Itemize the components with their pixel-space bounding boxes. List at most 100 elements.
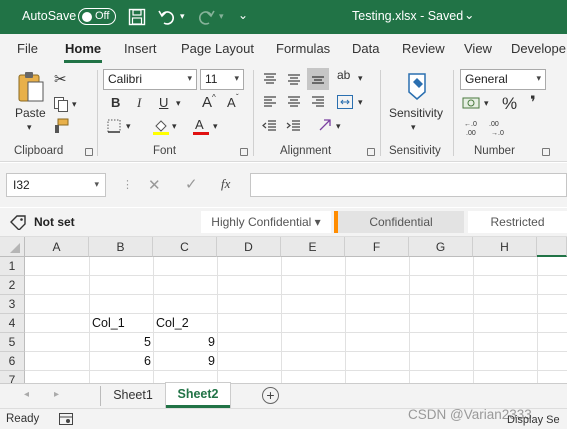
alignment-launcher-icon[interactable] xyxy=(367,148,375,156)
merge-dropdown-icon[interactable]: ▾ xyxy=(358,98,363,107)
italic-button[interactable]: I xyxy=(137,96,141,109)
decrease-indent-icon[interactable] xyxy=(262,119,278,133)
tab-home[interactable]: Home xyxy=(65,41,101,56)
borders-dropdown-icon[interactable]: ▾ xyxy=(126,122,131,131)
undo-dropdown-icon[interactable]: ▾ xyxy=(180,11,185,22)
cut-icon[interactable]: ✂ xyxy=(54,72,67,87)
align-middle-icon[interactable] xyxy=(286,72,302,86)
align-center-icon[interactable] xyxy=(286,95,302,109)
file-title[interactable]: Testing.xlsx - Saved xyxy=(352,9,463,23)
label-confidential[interactable]: Confidential xyxy=(338,211,464,233)
row-header[interactable]: 5 xyxy=(0,333,25,352)
worksheet-grid[interactable]: A B C D E F G H 1 2 3 4 5 6 7 Col_1 Col_… xyxy=(0,237,567,383)
sensitivity-icon[interactable] xyxy=(403,70,431,102)
row-header[interactable]: 4 xyxy=(0,314,25,333)
sheet-tab-sheet1[interactable]: Sheet1 xyxy=(101,384,165,408)
cell-C6[interactable]: 9 xyxy=(156,354,215,368)
increase-decimal-icon[interactable]: ←.0 .00 xyxy=(463,118,481,136)
underline-button[interactable]: U xyxy=(159,96,168,109)
column-header-partial[interactable] xyxy=(537,237,567,257)
scroll-right-icon[interactable]: ▸ xyxy=(54,389,59,400)
borders-icon[interactable] xyxy=(106,118,122,134)
underline-dropdown-icon[interactable]: ▾ xyxy=(176,99,181,108)
bold-button[interactable]: B xyxy=(111,96,120,109)
cell-B5[interactable]: 5 xyxy=(92,335,151,349)
drag-handle-icon[interactable]: ⋮ xyxy=(122,178,133,191)
undo-icon[interactable] xyxy=(157,7,177,27)
tab-view[interactable]: View xyxy=(464,41,492,56)
sensitivity-button[interactable]: Sensitivity xyxy=(389,107,443,119)
wrap-text-icon[interactable] xyxy=(318,118,334,134)
display-settings-button[interactable]: Display Se xyxy=(507,414,560,426)
tab-developer[interactable]: Develope xyxy=(511,41,566,56)
label-restricted[interactable]: Restricted xyxy=(468,211,567,233)
font-name-dropdown[interactable]: Calibri ▾ xyxy=(103,69,197,90)
copy-icon[interactable] xyxy=(53,96,69,112)
insert-function-button[interactable]: fx xyxy=(221,176,230,192)
column-header[interactable]: F xyxy=(345,237,409,257)
grow-font-button[interactable]: A xyxy=(202,95,212,110)
accounting-dropdown-icon[interactable]: ▾ xyxy=(484,99,489,108)
tab-review[interactable]: Review xyxy=(402,41,445,56)
cell-B4[interactable]: Col_1 xyxy=(92,316,125,330)
paste-button[interactable]: Paste xyxy=(15,107,46,119)
add-sheet-button[interactable]: + xyxy=(262,387,279,404)
percent-style-button[interactable]: % xyxy=(502,95,517,112)
number-launcher-icon[interactable] xyxy=(542,148,550,156)
orientation-dropdown-icon[interactable]: ▾ xyxy=(358,74,363,83)
save-icon[interactable] xyxy=(128,8,146,26)
row-header[interactable]: 3 xyxy=(0,295,25,314)
column-header[interactable]: A xyxy=(25,237,89,257)
tab-file[interactable]: File xyxy=(17,41,38,56)
sensitivity-dropdown-icon[interactable]: ▾ xyxy=(411,123,416,132)
comma-style-button[interactable]: ❜ xyxy=(530,94,536,111)
label-highly-confidential[interactable]: Highly Confidential ▾ xyxy=(201,211,331,233)
font-launcher-icon[interactable] xyxy=(240,148,248,156)
fill-color-icon[interactable] xyxy=(152,118,170,136)
increase-indent-icon[interactable] xyxy=(286,119,302,133)
row-header[interactable]: 1 xyxy=(0,257,25,276)
font-color-dropdown-icon[interactable]: ▾ xyxy=(213,122,218,131)
decrease-decimal-icon[interactable]: .00 →.0 xyxy=(488,118,506,136)
tab-data[interactable]: Data xyxy=(352,41,379,56)
column-header[interactable]: B xyxy=(89,237,153,257)
formula-input[interactable] xyxy=(250,173,567,197)
tab-page-layout[interactable]: Page Layout xyxy=(181,41,254,56)
wrap-dropdown-icon[interactable]: ▾ xyxy=(336,122,341,131)
customize-qat-icon[interactable]: ⌄ xyxy=(238,8,248,22)
tab-formulas[interactable]: Formulas xyxy=(276,41,330,56)
align-top-icon[interactable] xyxy=(262,72,278,86)
align-right-icon[interactable] xyxy=(310,95,326,109)
name-box[interactable]: I32 ▾ xyxy=(6,173,106,197)
column-header[interactable]: E xyxy=(281,237,345,257)
font-color-icon[interactable]: A xyxy=(192,117,210,136)
scroll-left-icon[interactable]: ◂ xyxy=(24,389,29,400)
row-header[interactable]: 6 xyxy=(0,352,25,371)
accounting-format-icon[interactable] xyxy=(462,95,482,111)
font-size-dropdown[interactable]: 11 ▾ xyxy=(200,69,244,90)
copy-dropdown-icon[interactable]: ▾ xyxy=(72,100,77,109)
cell-C4[interactable]: Col_2 xyxy=(156,316,189,330)
clipboard-launcher-icon[interactable] xyxy=(85,148,93,156)
sheet-tab-sheet2[interactable]: Sheet2 xyxy=(166,383,230,408)
tab-insert[interactable]: Insert xyxy=(124,41,157,56)
number-format-dropdown[interactable]: General ▾ xyxy=(460,69,546,90)
row-header[interactable]: 7 xyxy=(0,371,25,383)
paste-dropdown-icon[interactable]: ▾ xyxy=(27,123,32,132)
merge-center-icon[interactable] xyxy=(336,94,354,110)
paste-icon[interactable] xyxy=(16,70,46,104)
align-left-icon[interactable] xyxy=(262,95,278,109)
cell-B6[interactable]: 6 xyxy=(92,354,151,368)
column-header[interactable]: D xyxy=(217,237,281,257)
row-header[interactable]: 2 xyxy=(0,276,25,295)
column-header[interactable]: H xyxy=(473,237,537,257)
title-chevron-icon[interactable]: ⌄ xyxy=(464,7,474,22)
column-header[interactable]: C xyxy=(153,237,217,257)
fill-color-dropdown-icon[interactable]: ▾ xyxy=(172,122,177,131)
cell-C5[interactable]: 9 xyxy=(156,335,215,349)
column-header[interactable]: G xyxy=(409,237,473,257)
format-painter-icon[interactable] xyxy=(53,118,69,134)
select-all-button[interactable] xyxy=(0,237,25,257)
macro-recording-icon[interactable] xyxy=(58,412,74,426)
orientation-icon[interactable]: ab xyxy=(337,69,350,81)
